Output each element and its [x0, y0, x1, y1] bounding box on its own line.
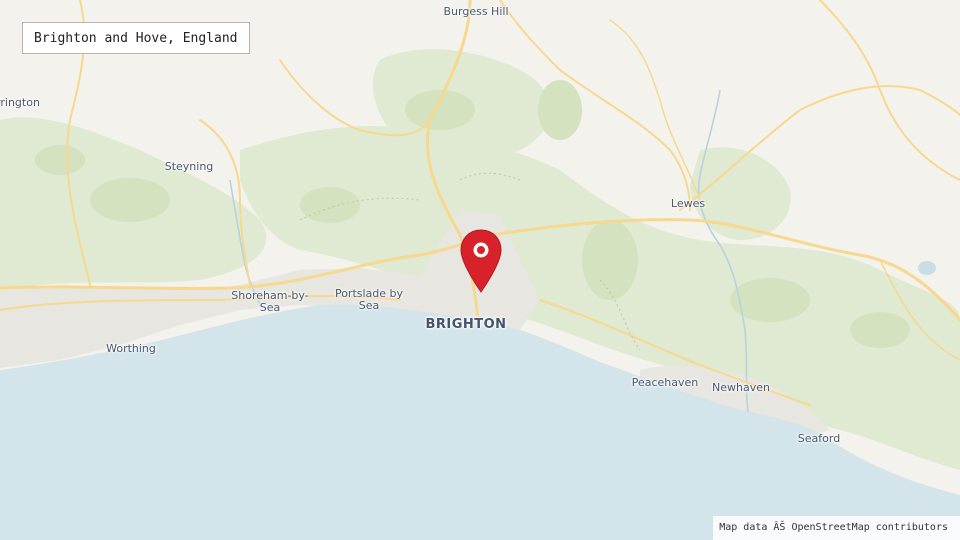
place-label-worthing: Worthing — [106, 342, 156, 355]
place-label-steyning: Steyning — [164, 160, 214, 173]
place-label-newhaven: Newhaven — [712, 381, 770, 394]
place-label-brighton: BRIGHTON — [425, 317, 507, 332]
map-pin-icon[interactable] — [458, 228, 504, 294]
place-label-burgess-hill: Burgess Hill — [443, 5, 509, 18]
place-label-peacehaven: Peacehaven — [631, 376, 699, 389]
place-label-seaford: Seaford — [797, 432, 841, 445]
location-title: Brighton and Hove, England — [22, 22, 250, 54]
place-label-shoreham: Shoreham-by- Sea — [231, 289, 309, 314]
place-label-portslade: Portslade by Sea — [334, 287, 404, 312]
place-label-storrington: rrington — [0, 96, 40, 109]
lake — [918, 261, 936, 275]
place-label-lewes: Lewes — [670, 197, 706, 210]
map-attribution[interactable]: Map data ÂŠ OpenStreetMap contributors — [713, 516, 960, 540]
